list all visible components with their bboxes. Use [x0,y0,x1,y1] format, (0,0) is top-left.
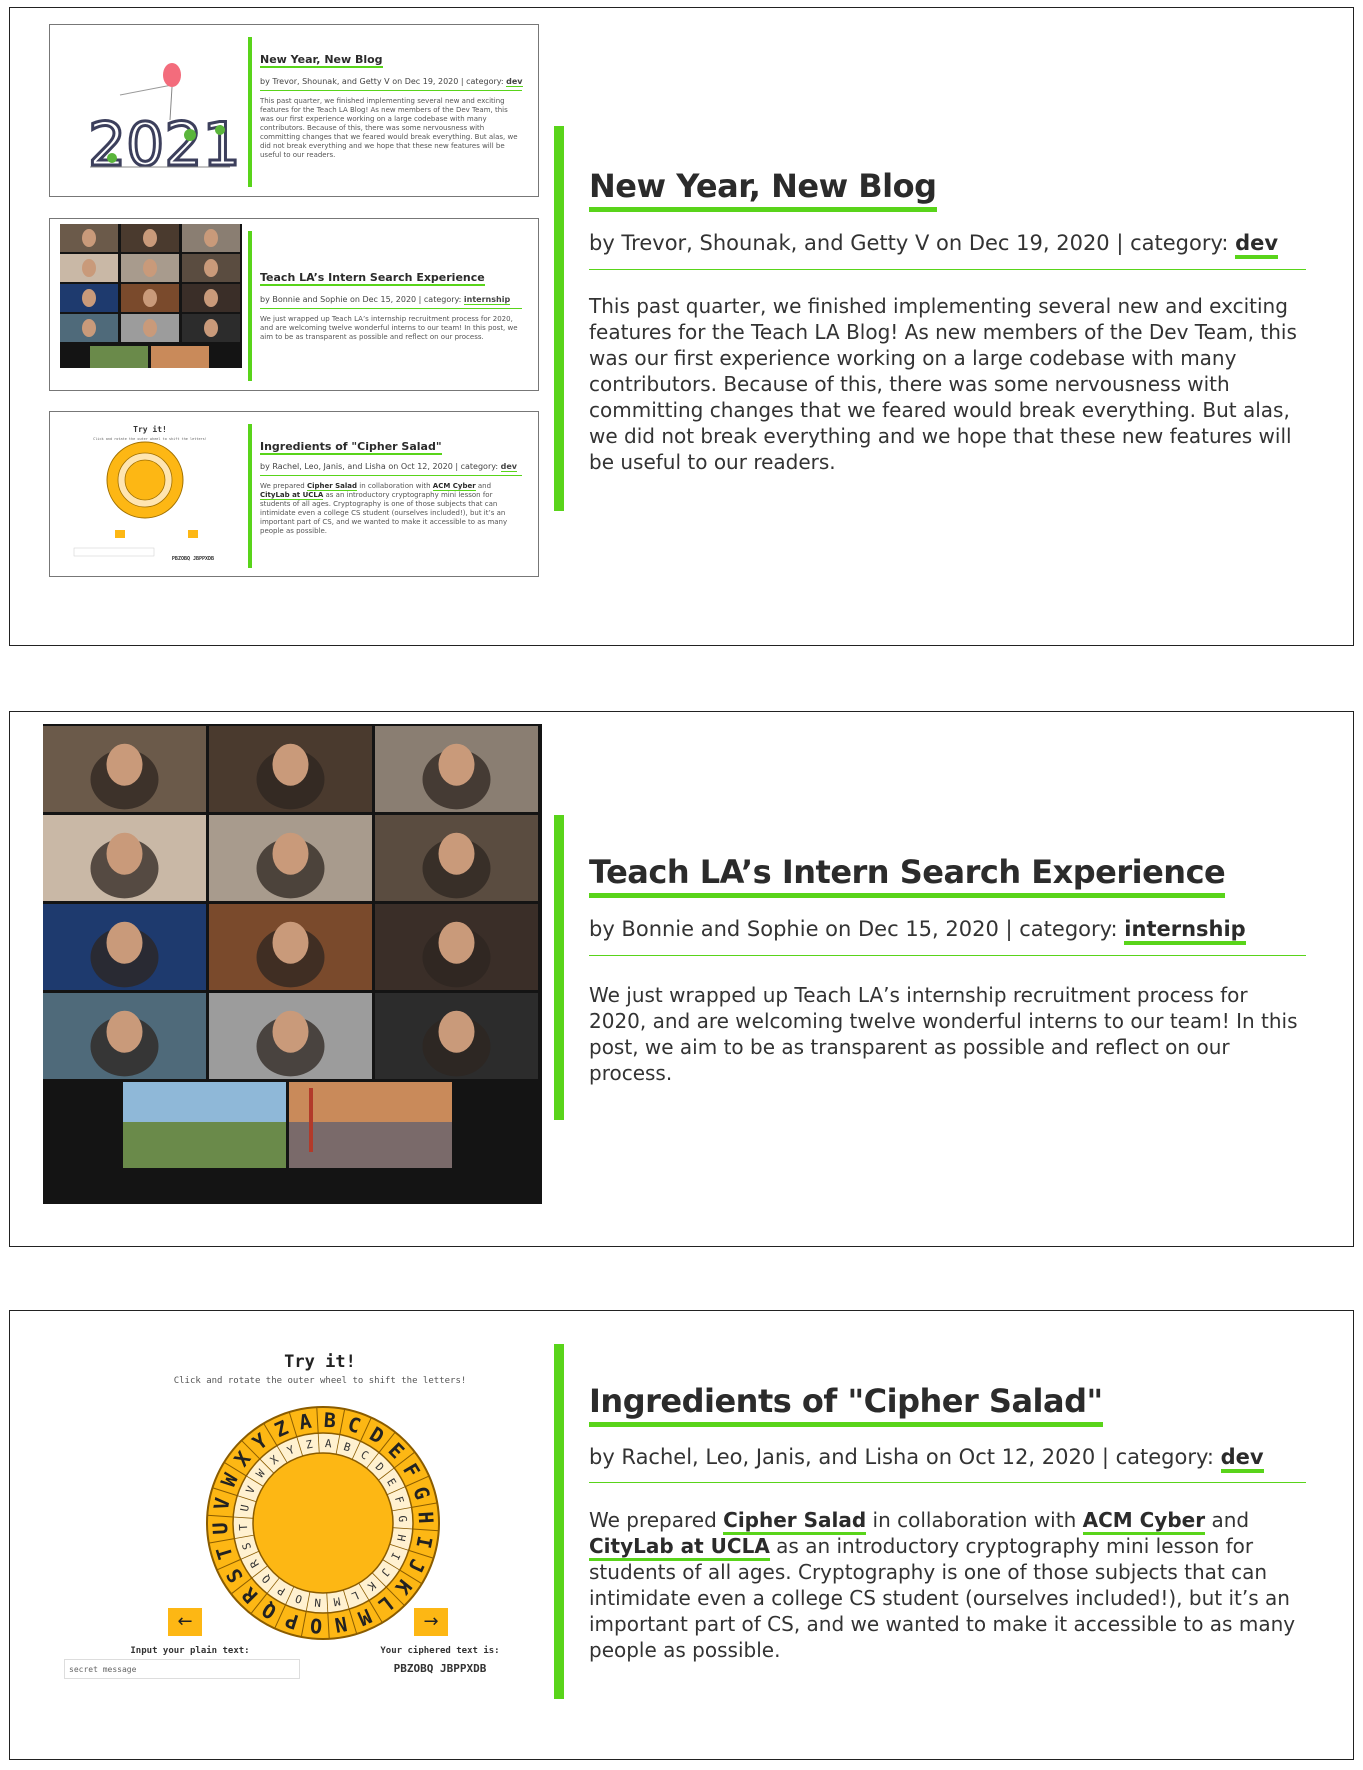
zoom-call-image [43,724,542,1204]
post-title[interactable]: Teach LA’s Intern Search Experience [589,853,1226,898]
outer-wheel-letter[interactable]: O [309,1613,323,1638]
video-tile [123,1082,286,1168]
plain-text-input[interactable] [64,1659,300,1679]
svg-text:PBZOBQ JBPPXDB: PBZOBQ JBPPXDB [172,556,214,562]
thumbnail-intern-search[interactable]: Teach LA’s Intern Search Experience by B… [49,218,539,391]
cipher-wheel[interactable]: A B C DEFGHIJKLMNOPQRSTUVWXYZZ A BCDEFGHIJKLM… [203,1403,443,1643]
mini-byline: by Rachel, Leo, Janis, and Lisha on Oct … [260,462,517,472]
inner-wheel-letter: G [396,1515,409,1522]
year-2021-text: 2021 [88,110,240,180]
mini-body: This past quarter, we finished implement… [260,97,518,159]
svg-text:Click and rotate the outer whe: Click and rotate the outer wheel to shif… [93,437,207,441]
input-label: Input your plain text: [130,1646,250,1656]
acm-cyber-link[interactable]: ACM Cyber [1082,1508,1206,1535]
video-tile [43,993,206,1079]
cipher-mini-image: Try it! Click and rotate the outer wheel… [73,424,214,562]
rotate-right-button[interactable]: → [414,1608,448,1636]
post-title[interactable]: New Year, New Blog [589,167,937,212]
category-link[interactable]: internship [1124,917,1246,945]
new-year-illustration: 2021 [87,63,240,182]
outer-wheel-letter[interactable]: B [323,1408,337,1433]
mini-title: New Year, New Blog [260,53,383,68]
svg-text:Try it!: Try it! [133,424,167,434]
post-byline: by Trevor, Shounak, and Getty V on Dec 1… [589,231,1279,259]
post-title[interactable]: Ingredients of "Cipher Salad" [589,1382,1103,1427]
post-excerpt: This past quarter, we finished implement… [589,294,1297,474]
video-tile [209,726,372,812]
video-tile [209,815,372,901]
video-tile [375,815,538,901]
post-card-new-year[interactable]: 2021 New Year, New Blog by Trevor, Shoun… [9,7,1354,646]
post-excerpt: We just wrapped up Teach LA’s internship… [589,983,1298,1085]
mini-byline: by Bonnie and Sophie on Dec 15, 2020 | c… [260,295,511,305]
inner-wheel-letter: A [325,1437,333,1450]
inner-wheel-letter: T [237,1523,250,1531]
video-tile [209,904,372,990]
post-byline: by Rachel, Leo, Janis, and Lisha on Oct … [589,1445,1264,1473]
mini-title: Ingredients of "Cipher Salad" [260,440,442,455]
zoom-call-grid [43,726,538,1168]
cipher-salad-link[interactable]: Cipher Salad [723,1508,867,1535]
mini-body: We just wrapped up Teach LA’s internship… [260,315,518,341]
category-link[interactable]: dev [1235,231,1279,259]
video-tile [375,904,538,990]
video-tile [43,726,206,812]
accent-bar [554,126,564,511]
cipher-heading: Try it! [284,1352,356,1372]
outer-wheel-letter[interactable]: H [414,1511,439,1524]
output-label: Your ciphered text is: [380,1646,500,1656]
video-tile [43,815,206,901]
mini-body: We prepared Cipher Salad in collaboratio… [260,482,508,535]
video-tile [209,993,372,1079]
mini-byline: by Trevor, Shounak, and Getty V on Dec 1… [260,77,523,87]
cipher-instruction: Click and rotate the outer wheel to shif… [173,1376,467,1386]
post-card-intern-search[interactable]: Teach LA’s Intern Search Experience by B… [9,711,1354,1247]
outer-wheel-letter[interactable]: U [208,1522,233,1535]
accent-bar [554,1344,564,1699]
thumbnail-cipher-salad[interactable]: Try it! Click and rotate the outer wheel… [49,411,539,577]
thumbnail-new-year[interactable]: 2021 New Year, New Blog by Trevor, Shoun… [49,24,539,197]
inner-wheel-letter: N [314,1596,321,1609]
mini-title: Teach LA’s Intern Search Experience [260,271,485,286]
category-link[interactable]: dev [1220,1445,1264,1473]
video-tile [375,993,538,1079]
post-card-cipher-salad[interactable]: Try it! Click and rotate the outer wheel… [9,1310,1354,1760]
rotate-left-button[interactable]: ← [168,1608,202,1636]
citylab-link[interactable]: CityLab at UCLA [589,1534,770,1561]
video-tile [375,726,538,812]
post-byline: by Bonnie and Sophie on Dec 15, 2020 | c… [589,917,1246,945]
video-tile [43,904,206,990]
video-tile [289,1082,452,1168]
ciphered-output: PBZOBQ JBPPXDB [393,1662,487,1675]
post-excerpt: We prepared Cipher Salad in collaboratio… [589,1508,1296,1662]
zoom-call-mini-image [60,224,242,368]
accent-bar [554,815,564,1120]
